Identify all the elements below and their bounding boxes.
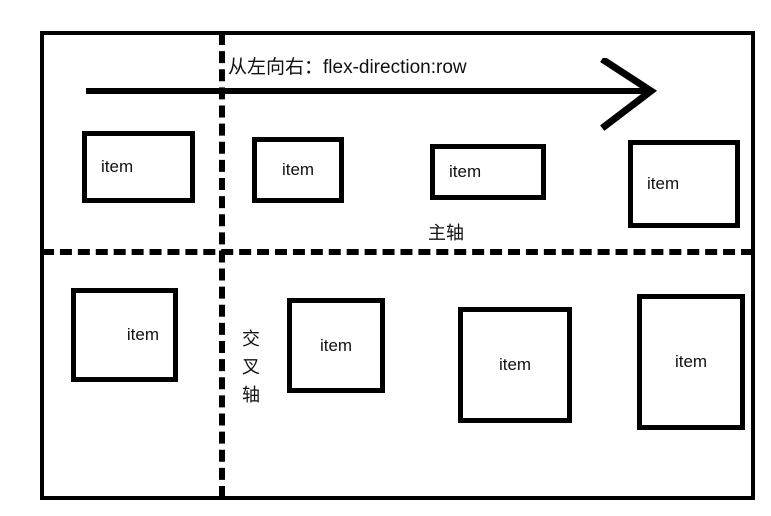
flex-item-label: item — [498, 355, 532, 374]
flex-item-row2-1: item — [71, 288, 178, 382]
flex-item-label: item — [319, 335, 353, 355]
diagram-title: 从左向右：flex-direction:row — [228, 57, 467, 78]
flex-item-row1-3: item — [430, 144, 546, 200]
cross-axis-label-char-1: 交 — [242, 329, 260, 349]
main-axis-label: 主轴 — [428, 223, 464, 243]
flex-item-row1-1: item — [82, 131, 195, 203]
flex-item-label: item — [126, 325, 159, 344]
flex-item-label: item — [647, 174, 680, 193]
cross-axis-label-char-2: 叉 — [242, 357, 260, 377]
flex-item-label: item — [281, 160, 315, 179]
flex-item-label: item — [674, 352, 708, 371]
cross-axis-label-char-3: 轴 — [242, 385, 260, 405]
flex-item-row2-2: item — [287, 298, 385, 393]
flex-item-row2-3: item — [458, 307, 572, 423]
flex-item-row1-2: item — [252, 137, 344, 203]
flex-item-row1-4: item — [628, 140, 740, 228]
main-axis-line — [42, 249, 753, 255]
cross-axis-label: 交 叉 轴 — [239, 325, 263, 409]
flexbox-direction-diagram: 从左向右：flex-direction:row 主轴 交 叉 轴 item it… — [0, 0, 771, 516]
flex-item-label: item — [449, 162, 482, 181]
flex-item-label: item — [101, 157, 134, 176]
flex-item-row2-4: item — [637, 294, 745, 430]
